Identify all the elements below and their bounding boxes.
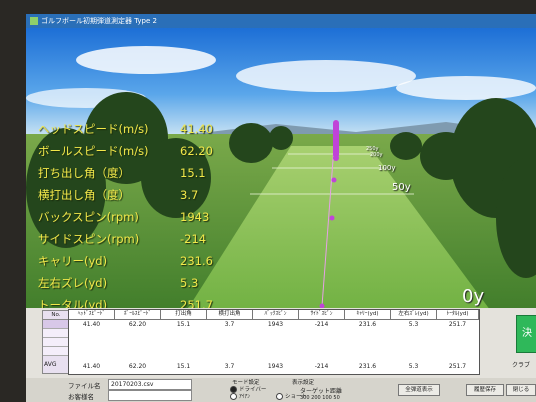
metric-label: 横打出し角（度） xyxy=(38,188,130,202)
metric-side-launch: 横打出し角（度） 3.7 xyxy=(38,187,240,203)
shot-history-area: No. AVG ﾍｯﾄﾞｽﾋﾟｰﾄﾞ ﾎﾞｰﾙｽﾋﾟｰﾄﾞ 打出角 横打出角 ﾊ… xyxy=(26,308,536,378)
col-header: 打出角 xyxy=(161,310,207,320)
table-cell: 5.3 xyxy=(408,321,419,328)
metric-label: 打ち出し角（度） xyxy=(38,166,130,180)
save-history-button[interactable]: 履歴保存 xyxy=(466,384,504,396)
metric-value: 3.7 xyxy=(180,188,199,202)
title-bar: ゴルフボール初期弾道測定器 Type 2 xyxy=(26,14,536,28)
customer-name-label: お客様名 xyxy=(68,393,94,401)
table-cell: 15.1 xyxy=(176,321,191,328)
metric-ball-speed: ボールスピード(m/s) 62.20 xyxy=(38,143,240,159)
shot-row-empty[interactable] xyxy=(43,347,69,356)
yard-100-label: 100y xyxy=(378,164,396,172)
shot-row-empty[interactable] xyxy=(43,338,69,347)
metric-launch-angle: 打ち出し角（度） 15.1 xyxy=(38,165,240,181)
club-label: クラブ xyxy=(512,362,531,369)
metric-sidespin: サイドスピン(rpm) -214 xyxy=(38,231,240,247)
metric-head-speed: ヘッドスピード(m/s) 41.40 xyxy=(38,121,240,137)
table-cell: 3.7 xyxy=(224,321,235,328)
confirm-button[interactable]: 決 xyxy=(516,315,536,353)
customer-name-field[interactable] xyxy=(108,390,192,401)
col-header: ﾄｰﾀﾙ(yd) xyxy=(437,310,479,320)
table-cell: 41.40 xyxy=(82,321,101,328)
avg-cell: 1943 xyxy=(267,363,284,370)
avg-cell: 41.40 xyxy=(82,363,101,370)
table-cell: 62.20 xyxy=(128,321,147,328)
mode-iron-radio[interactable]: ｱｲｱﾝ xyxy=(230,392,250,400)
avg-cell: 15.1 xyxy=(176,363,191,370)
metric-label: ボールスピード(m/s) xyxy=(38,144,149,158)
no-header: No. xyxy=(43,311,69,320)
avg-cell: -214 xyxy=(314,363,329,370)
avg-cell: 251.7 xyxy=(448,363,467,370)
table-cell: 251.7 xyxy=(448,321,467,328)
metric-carry: キャリー(yd) 231.6 xyxy=(38,253,240,269)
avg-cell: 231.6 xyxy=(358,363,377,370)
col-header: ｻｲﾄﾞｽﾋﾟﾝ xyxy=(299,310,345,320)
yard-0-label: 0y xyxy=(462,286,485,307)
target-distance-values[interactable]: 300 200 100 50 xyxy=(300,395,340,401)
app-window: ゴルフボール初期弾道測定器 Type 2 250y 200y 100y 50y … xyxy=(26,14,536,402)
metric-value: 41.40 xyxy=(180,122,213,136)
avg-cell: 3.7 xyxy=(224,363,235,370)
metric-value: 15.1 xyxy=(180,166,206,180)
col-header: ﾍｯﾄﾞｽﾋﾟｰﾄﾞ xyxy=(69,310,115,320)
shot-row-empty[interactable] xyxy=(43,329,69,338)
target-distance-label: ターゲット距離 xyxy=(300,388,343,395)
avg-cell: 5.3 xyxy=(408,363,419,370)
file-name-label: ファイル名 xyxy=(68,382,101,390)
file-name-field[interactable]: 20170203.csv xyxy=(108,379,192,390)
metric-backspin: バックスピン(rpm) 1943 xyxy=(38,209,240,225)
metric-label: バックスピン(rpm) xyxy=(38,210,139,224)
metric-offline: 左右ズレ(yd) 5.3 xyxy=(38,275,240,291)
monitor-bezel: ゴルフボール初期弾道測定器 Type 2 250y 200y 100y 50y … xyxy=(0,0,536,402)
metric-value: 5.3 xyxy=(180,276,199,290)
col-header: 横打出角 xyxy=(207,310,253,320)
avg-cell: 62.20 xyxy=(128,363,147,370)
table-cell: -214 xyxy=(314,321,329,328)
metric-value: 231.6 xyxy=(180,254,213,268)
col-header: ｷｬﾘｰ(yd) xyxy=(345,310,391,320)
metric-label: サイドスピン(rpm) xyxy=(38,232,140,246)
range-3d-view: 250y 200y 100y 50y 0y ヘッドスピード(m/s) 41.40 … xyxy=(26,28,536,318)
avg-label: AVG xyxy=(44,361,57,368)
close-button[interactable]: 閉じる xyxy=(506,384,536,396)
table-cell: 1943 xyxy=(267,321,284,328)
metric-value: 1943 xyxy=(180,210,210,224)
radio-icon xyxy=(230,393,237,400)
yard-200-label: 200y xyxy=(370,152,383,158)
yard-50-label: 50y xyxy=(392,182,411,193)
col-header: ﾊﾞｯｸｽﾋﾟﾝ xyxy=(253,310,299,320)
shot-history-table[interactable]: ﾍｯﾄﾞｽﾋﾟｰﾄﾞ ﾎﾞｰﾙｽﾋﾟｰﾄﾞ 打出角 横打出角 ﾊﾞｯｸｽﾋﾟﾝ … xyxy=(68,309,480,375)
metric-value: 62.20 xyxy=(180,144,213,158)
col-header: 左右ｽﾞﾚ(yd) xyxy=(391,310,437,320)
shot-row-1[interactable] xyxy=(43,320,69,329)
metric-label: ヘッドスピード(m/s) xyxy=(38,122,149,136)
window-title: ゴルフボール初期弾道測定器 Type 2 xyxy=(41,17,157,25)
table-cell: 231.6 xyxy=(358,321,377,328)
metric-label: 左右ズレ(yd) xyxy=(38,276,108,290)
app-icon xyxy=(30,17,38,25)
col-header: ﾎﾞｰﾙｽﾋﾟｰﾄﾞ xyxy=(115,310,161,320)
display-settings-label: 表示設定 xyxy=(292,380,315,386)
settings-bar: ファイル名 20170203.csv お客様名 モード設定 ドライバー ｱｲｱﾝ… xyxy=(26,378,536,402)
metric-label: キャリー(yd) xyxy=(38,254,108,268)
metric-value: -214 xyxy=(180,232,207,246)
mode-option-label: ｱｲｱﾝ xyxy=(239,394,251,400)
radio-icon xyxy=(276,393,283,400)
show-all-trajectories-button[interactable]: 全弾道表示 xyxy=(398,384,440,396)
